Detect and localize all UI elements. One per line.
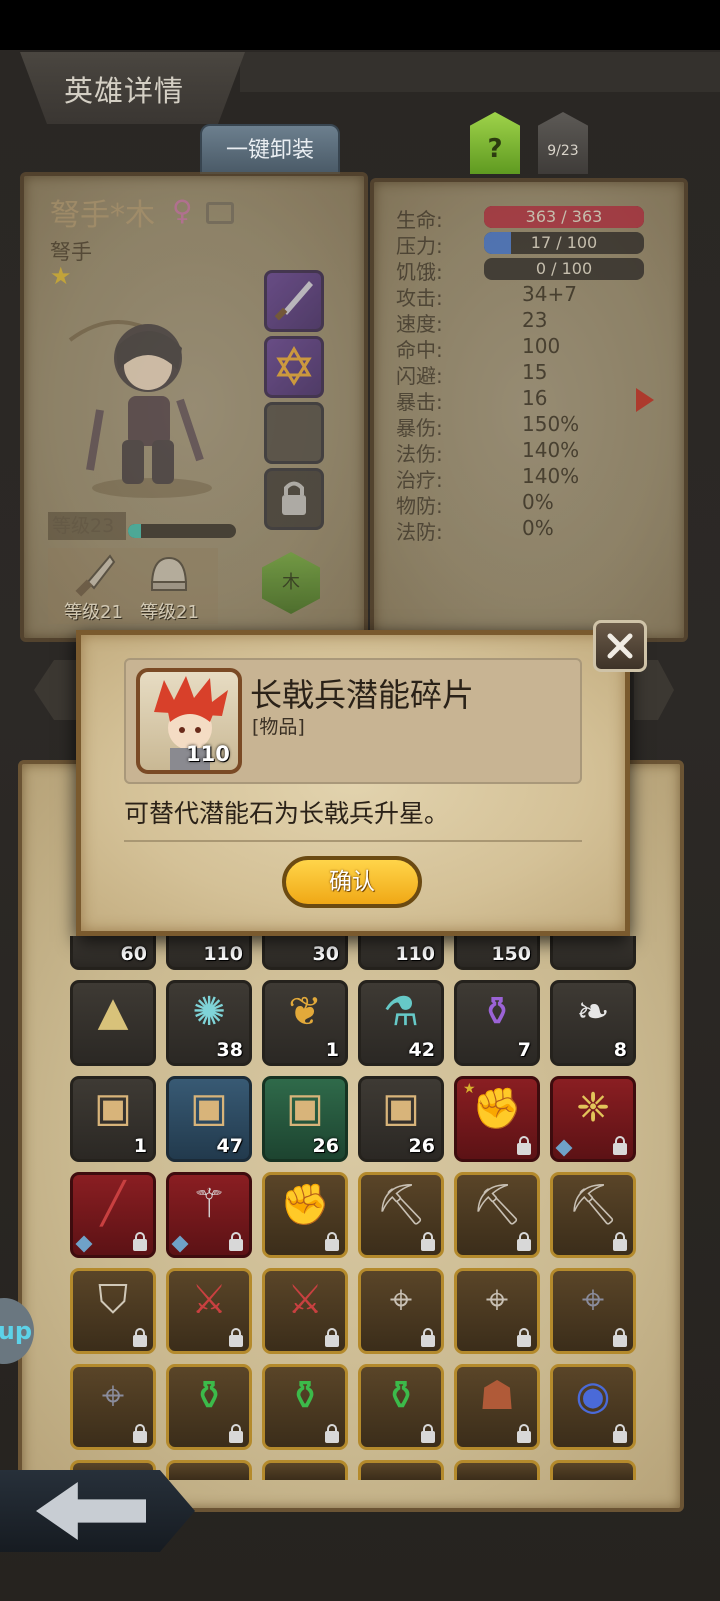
close-icon[interactable] xyxy=(604,630,636,662)
item-name: 长戟兵潜能碎片 xyxy=(250,676,475,714)
item-type: [物品] xyxy=(252,716,305,738)
item-count: 110 xyxy=(186,742,230,766)
confirm-button[interactable]: 确认 xyxy=(282,856,422,908)
hero-detail-screen: 英雄详情 一键卸装 ? 9/23 弩手*木 ♀ 弩手 ★ 等级23 等级21 等… xyxy=(0,0,720,1601)
modal-divider xyxy=(124,840,582,842)
item-description: 可替代潜能石为长戟兵升星。 xyxy=(124,799,450,828)
